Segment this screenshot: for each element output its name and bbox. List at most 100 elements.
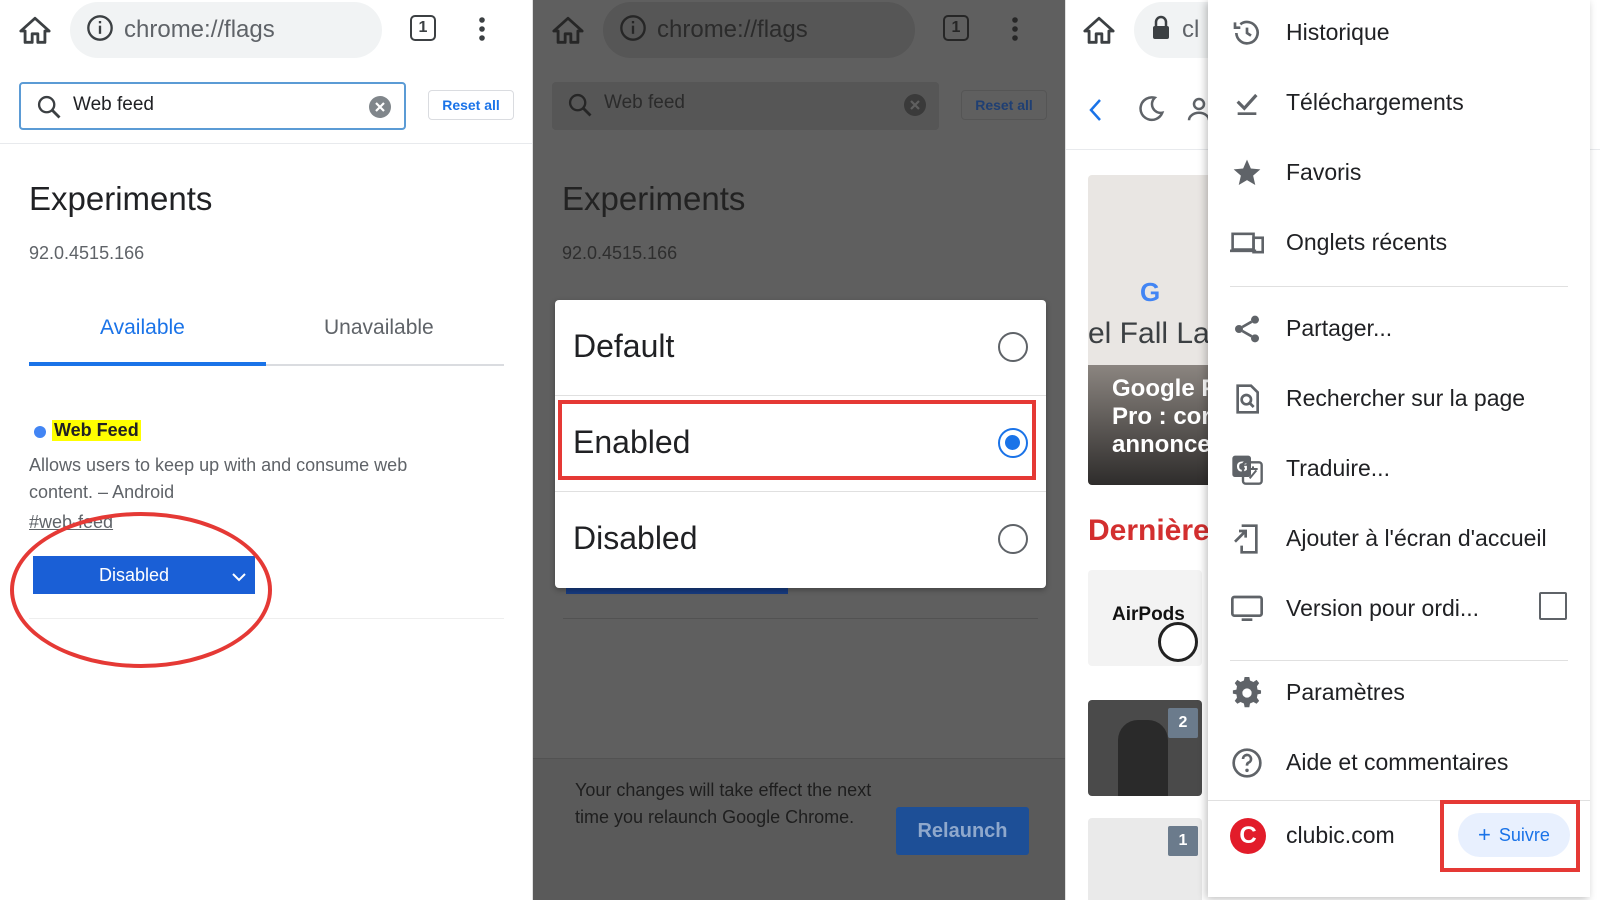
menu-item-rechercher[interactable]: Rechercher sur la page [1208, 368, 1590, 428]
history-icon [1230, 16, 1264, 50]
radio-button[interactable] [998, 332, 1028, 362]
chrome-overflow-menu: Historique Téléchargements Favoris Ongle… [1208, 0, 1590, 897]
more-vert-icon[interactable] [470, 14, 494, 44]
panel-separator [1065, 0, 1066, 900]
flags-search-panel: chrome://flags 1 Web feed Reset all Expe… [0, 0, 533, 900]
share-icon [1230, 312, 1264, 346]
flags-search-input[interactable]: Web feed [19, 82, 406, 130]
relaunch-button[interactable]: Relaunch [896, 807, 1029, 855]
flag-state-dialog-panel: chrome://flags 1 Web feed Reset all Expe… [533, 0, 1066, 900]
option-label: Enabled [573, 424, 691, 460]
person-silhouette [1118, 720, 1168, 796]
option-disabled[interactable]: Disabled [555, 492, 1046, 588]
relaunch-message: Your changes will take effect the next t… [575, 780, 872, 827]
tab-switcher-button[interactable]: 1 [410, 15, 436, 41]
dark-mode-icon[interactable] [1136, 94, 1166, 129]
flag-status-dot [34, 426, 46, 438]
tab-count: 1 [410, 15, 436, 41]
flags-search-row: Web feed Reset all [0, 70, 533, 144]
option-enabled[interactable]: Enabled [555, 396, 1046, 492]
home-icon[interactable] [1082, 14, 1116, 48]
tab-switcher-button: 1 [943, 15, 969, 41]
article-thumbnail[interactable]: AirPods [1088, 570, 1202, 666]
menu-item-aide[interactable]: Aide et commentaires [1208, 732, 1590, 792]
info-icon [619, 14, 647, 47]
site-name: clubic.com [1286, 822, 1395, 848]
radio-button[interactable] [998, 524, 1028, 554]
browser-toolbar: chrome://flags 1 [533, 0, 1066, 70]
caption-line: Pro : cor [1112, 403, 1211, 430]
section-title: Dernière [1088, 514, 1210, 547]
more-vert-icon [1003, 14, 1027, 44]
flags-search-row: Web feed Reset all [533, 70, 1066, 144]
menu-item-telechargements[interactable]: Téléchargements [1208, 72, 1590, 132]
menu-item-label: Téléchargements [1286, 89, 1464, 115]
clear-icon[interactable] [368, 95, 392, 124]
flag-state-value: Disabled [98, 564, 170, 585]
download-done-icon [1230, 86, 1264, 120]
menu-item-traduire[interactable]: G Traduire... [1208, 438, 1590, 498]
translate-icon: G [1230, 452, 1264, 486]
home-icon[interactable] [18, 14, 52, 48]
add-to-home-icon [1230, 522, 1264, 556]
card-caption: Google P Pro : cor annonce [1112, 375, 1217, 459]
find-in-page-icon [1230, 382, 1264, 416]
flag-permalink[interactable]: #web-feed [29, 512, 113, 533]
omnibox[interactable]: chrome://flags [70, 2, 382, 58]
info-icon[interactable] [86, 14, 114, 47]
earbud-shape [1158, 622, 1198, 662]
card-image-title: el Fall Lau [1088, 317, 1227, 350]
follow-button[interactable]: + Suivre [1458, 813, 1570, 857]
menu-item-parametres[interactable]: Paramètres [1208, 662, 1590, 722]
menu-item-label: Ajouter à l'écran d'accueil [1286, 525, 1547, 551]
omnibox-url: chrome://flags [657, 16, 808, 43]
option-default[interactable]: Default [555, 300, 1046, 396]
tab-count: 1 [943, 15, 969, 41]
menu-item-version-ordi[interactable]: Version pour ordi... [1208, 578, 1590, 638]
relaunch-bar: Your changes will take effect the next t… [533, 758, 1066, 900]
count-badge: 2 [1168, 708, 1198, 738]
menu-item-label: Traduire... [1286, 455, 1390, 481]
article-thumbnail[interactable]: 2 [1088, 700, 1202, 796]
flag-state-dialog: Default Enabled Disabled [555, 300, 1046, 588]
omnibox-url: chrome://flags [124, 16, 275, 43]
reset-all-button[interactable]: Reset all [428, 90, 514, 120]
desktop-site-checkbox[interactable] [1539, 592, 1567, 620]
divider [563, 618, 1038, 619]
page-title: Experiments [562, 180, 746, 217]
article-thumbnail[interactable]: 1 [1088, 818, 1202, 900]
chevron-down-icon [231, 568, 247, 589]
menu-divider [1230, 286, 1568, 287]
flags-search-input: Web feed [552, 82, 939, 130]
tab-available[interactable]: Available [100, 316, 185, 340]
menu-item-partager[interactable]: Partager... [1208, 298, 1590, 358]
flag-state-select[interactable]: Disabled [33, 556, 255, 594]
home-icon [551, 14, 585, 48]
tab-active-indicator [29, 362, 266, 366]
option-label: Default [573, 328, 675, 364]
menu-item-onglets-recents[interactable]: Onglets récents [1208, 212, 1590, 272]
browser-toolbar: chrome://flags 1 [0, 0, 533, 70]
menu-divider [1230, 660, 1568, 661]
radio-button-selected[interactable] [998, 428, 1028, 458]
tab-unavailable[interactable]: Unavailable [324, 316, 434, 340]
menu-item-historique[interactable]: Historique [1208, 2, 1590, 62]
search-text: Web feed [604, 92, 685, 113]
caption-line: Google P [1112, 375, 1218, 402]
menu-item-label: Aide et commentaires [1286, 749, 1509, 775]
menu-item-favoris[interactable]: Favoris [1208, 142, 1590, 202]
count-badge: 1 [1168, 826, 1198, 856]
devices-icon [1230, 226, 1264, 260]
panel-separator [532, 0, 533, 900]
plus-icon: + [1478, 822, 1491, 847]
back-arrow-icon[interactable] [1086, 96, 1106, 129]
menu-item-ajouter-ecran[interactable]: Ajouter à l'écran d'accueil [1208, 508, 1590, 568]
gear-icon [1230, 676, 1264, 710]
omnibox-url: cl [1182, 16, 1200, 43]
article-card[interactable]: G el Fall Lau Google P Pro : cor annonce [1088, 175, 1228, 485]
lock-icon [1150, 15, 1172, 46]
desktop-icon [1230, 592, 1264, 626]
chrome-menu-panel: cl G el Fall Lau Google P Pro : cor anno… [1066, 0, 1600, 900]
menu-item-label: Paramètres [1286, 679, 1405, 705]
flag-name: Web Feed [52, 420, 141, 441]
